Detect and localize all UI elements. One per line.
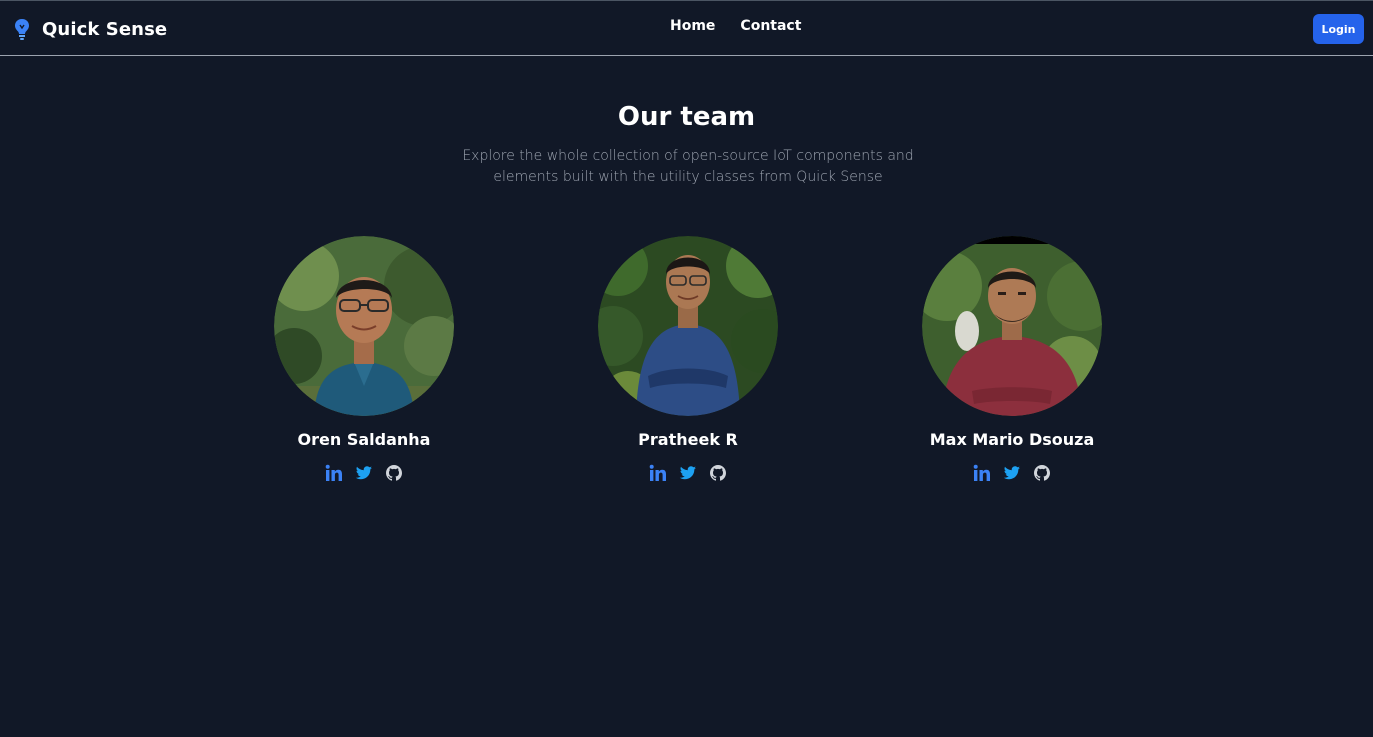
twitter-icon (355, 466, 372, 480)
social-links (882, 464, 1142, 482)
avatar-photo (598, 236, 778, 416)
github-icon (386, 465, 402, 481)
github-link[interactable] (385, 464, 403, 482)
github-icon (1034, 465, 1050, 481)
twitter-link[interactable] (1003, 464, 1021, 482)
avatar-photo (274, 236, 454, 416)
linkedin-link[interactable] (325, 464, 343, 482)
twitter-link[interactable] (679, 464, 697, 482)
member-name: Max Mario Dsouza (929, 430, 1095, 449)
member-name: Oren Saldanha (297, 430, 431, 449)
linkedin-icon (973, 464, 990, 481)
twitter-link[interactable] (355, 464, 373, 482)
login-button[interactable]: Login (1313, 14, 1364, 44)
linkedin-link[interactable] (649, 464, 667, 482)
linkedin-icon (649, 464, 666, 481)
brand-link[interactable]: Quick Sense (12, 15, 167, 43)
linkedin-link[interactable] (973, 464, 991, 482)
twitter-icon (679, 466, 696, 480)
twitter-icon (1003, 466, 1020, 480)
nav-links: Home Contact (670, 18, 801, 34)
page-title: Our team (617, 102, 756, 132)
team-card: Oren Saldanha (234, 236, 494, 482)
nav-link-contact[interactable]: Contact (740, 18, 801, 34)
github-icon (710, 465, 726, 481)
lightbulb-icon (15, 19, 29, 40)
github-link[interactable] (709, 464, 727, 482)
navbar: Quick Sense Home Contact Login (0, 0, 1373, 56)
team-card: Pratheek R (558, 236, 818, 482)
github-link[interactable] (1033, 464, 1051, 482)
member-name: Pratheek R (638, 430, 738, 449)
linkedin-icon (325, 464, 342, 481)
nav-link-home[interactable]: Home (670, 18, 715, 34)
team-card: Max Mario Dsouza (882, 236, 1142, 482)
social-links (234, 464, 494, 482)
avatar-photo (922, 236, 1102, 416)
page-subtitle: Explore the whole collection of open-sou… (462, 148, 914, 185)
social-links (558, 464, 818, 482)
brand-name: Quick Sense (42, 18, 168, 40)
